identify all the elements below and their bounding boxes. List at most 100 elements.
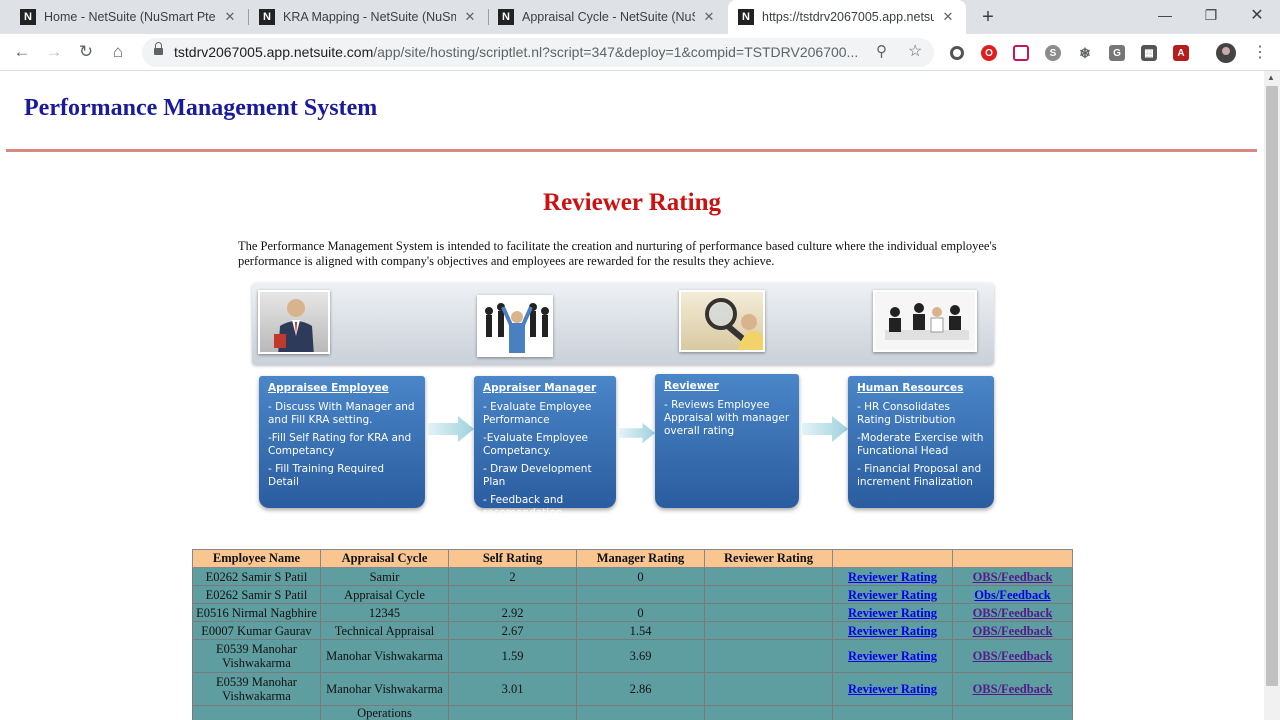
close-tab-icon[interactable]: ✕ (940, 9, 956, 25)
browser-menu-icon[interactable]: ⋮ (1252, 42, 1268, 62)
flow-arrow-icon (619, 422, 655, 444)
browser-tab-active[interactable]: N https://tstdrv2067005.app.netsui ✕ (728, 0, 966, 34)
table-row: E0539 Manohar Vishwakarma Manohar Vishwa… (192, 672, 1073, 706)
screenshot-extension-icon[interactable]: ▦ (1141, 45, 1157, 61)
lock-icon (154, 42, 163, 57)
reviewer-rating-link[interactable]: Reviewer Rating (848, 606, 937, 620)
cell-self-rating (448, 705, 577, 720)
obs-feedback-link[interactable]: Obs/Feedback (974, 588, 1050, 602)
intro-paragraph: The Performance Management System is int… (238, 239, 997, 268)
home-button[interactable]: ⌂ (106, 40, 130, 64)
reviewer-rating-link[interactable]: Reviewer Rating (848, 588, 937, 602)
skype-extension-icon[interactable]: S (1045, 45, 1061, 61)
new-tab-button[interactable]: + (977, 6, 999, 28)
url-text[interactable]: tstdrv2067005.app.netsuite.com/app/site/… (174, 44, 864, 60)
pocket-extension-icon[interactable] (1013, 45, 1029, 61)
reload-button[interactable]: ↻ (74, 40, 98, 64)
url-host: tstdrv2067005.app.netsuite.com (174, 44, 374, 60)
step-box-appraisee: Appraisee Employee - Discuss With Manage… (259, 376, 425, 508)
extension-circle-icon[interactable] (950, 46, 964, 60)
flow-arrow-icon (428, 416, 474, 442)
browser-tab-appraisal-cycle[interactable]: N Appraisal Cycle - NetSuite (NuSm ✕ (489, 0, 727, 34)
netsuite-favicon-icon: N (20, 9, 36, 25)
cell-action: Reviewer Rating (832, 585, 953, 604)
cell-manager-rating (576, 585, 705, 604)
cell-feedback: OBS/Feedback (952, 672, 1073, 706)
step-item: -Evaluate Employee Competancy. (483, 432, 588, 457)
reviewer-rating-link[interactable]: Reviewer Rating (848, 624, 937, 638)
opera-extension-icon[interactable]: O (981, 45, 997, 61)
obs-feedback-link[interactable]: OBS/Feedback (973, 570, 1053, 584)
cell-manager-rating: 0 (576, 603, 705, 622)
cell-employee: E0262 Samir S Patil (192, 585, 321, 604)
col-header-cycle: Appraisal Cycle (320, 549, 449, 568)
scroll-up-arrow-icon[interactable]: ▲ (1267, 73, 1275, 82)
cell-reviewer-rating (704, 585, 833, 604)
cell-employee: E0539 Manohar Vishwakarma (192, 639, 321, 673)
step-box-hr: Human Resources - HR Consolidates Rating… (848, 376, 994, 508)
obs-feedback-link[interactable]: OBS/Feedback (973, 624, 1053, 638)
cell-feedback: OBS/Feedback (952, 639, 1073, 673)
step-item: - Feedback and recomendation (483, 494, 564, 519)
minimize-window-button[interactable]: — (1142, 0, 1188, 30)
zoom-icon[interactable]: ⚲ (876, 42, 887, 60)
cell-self-rating: 2.92 (448, 603, 577, 622)
cell-self-rating: 3.01 (448, 672, 577, 706)
bookmark-star-icon[interactable]: ☆ (908, 41, 922, 61)
profile-avatar[interactable] (1216, 43, 1236, 63)
restore-window-button[interactable]: ❐ (1188, 0, 1234, 30)
close-tab-icon[interactable]: ✕ (701, 9, 717, 25)
cell-action: Reviewer Rating (832, 567, 953, 586)
browser-tab-kra-mapping[interactable]: N KRA Mapping - NetSuite (NuSma ✕ (249, 0, 488, 34)
cell-reviewer-rating (704, 603, 833, 622)
close-tab-icon[interactable]: ✕ (222, 9, 238, 25)
browser-tab-home[interactable]: N Home - NetSuite (NuSmart Pte Lt ✕ (0, 0, 248, 34)
obs-feedback-link[interactable]: OBS/Feedback (973, 682, 1053, 696)
cell-cycle: Manohar Vishwakarma (320, 639, 449, 673)
step-item: - Financial Proposal and increment Final… (857, 463, 982, 488)
table-row: E0262 Samir S Patil Appraisal Cycle Revi… (192, 585, 1073, 604)
address-bar[interactable]: tstdrv2067005.app.netsuite.com/app/site/… (142, 38, 934, 67)
cell-reviewer-rating (704, 705, 833, 720)
reviewer-rating-link[interactable]: Reviewer Rating (848, 649, 937, 663)
col-header-reviewer-rating: Reviewer Rating (704, 549, 833, 568)
step-item: -Moderate Exercise with Funcational Head (857, 432, 984, 457)
cell-feedback: OBS/Feedback (952, 621, 1073, 640)
close-window-button[interactable]: ✕ (1234, 0, 1280, 30)
back-button[interactable]: ← (10, 40, 34, 64)
forward-button[interactable]: → (42, 40, 66, 64)
g-extension-icon[interactable]: G (1109, 45, 1125, 61)
tab-title: https://tstdrv2067005.app.netsui (762, 10, 934, 24)
snowflake-extension-icon[interactable]: ❄ (1077, 45, 1093, 61)
table-header-row: Employee Name Appraisal Cycle Self Ratin… (192, 549, 1073, 568)
obs-feedback-link[interactable]: OBS/Feedback (973, 649, 1053, 663)
cell-self-rating: 2 (448, 567, 577, 586)
reviewer-rating-table: Employee Name Appraisal Cycle Self Ratin… (192, 549, 1073, 720)
page-scrollbar[interactable]: ▲ (1264, 71, 1280, 720)
close-tab-icon[interactable]: ✕ (462, 9, 478, 25)
col-header-action (832, 549, 953, 568)
table-row: Operations (192, 705, 1073, 720)
cell-cycle: 12345 (320, 603, 449, 622)
cell-action: Reviewer Rating (832, 621, 953, 640)
cell-manager-rating: 2.86 (576, 672, 705, 706)
step-item: - Discuss With Manager and and Fill KRA … (268, 401, 415, 426)
hr-photo (873, 290, 977, 352)
reviewer-photo (679, 290, 765, 352)
pdf-extension-icon[interactable]: A (1173, 45, 1189, 61)
flow-arrow-icon (802, 416, 848, 442)
browser-toolbar: ← → ↻ ⌂ tstdrv2067005.app.netsuite.com/a… (0, 34, 1280, 71)
reviewer-rating-link[interactable]: Reviewer Rating (848, 570, 937, 584)
cell-reviewer-rating (704, 672, 833, 706)
scrollbar-thumb[interactable] (1266, 86, 1278, 686)
obs-feedback-link[interactable]: OBS/Feedback (973, 606, 1053, 620)
step-title: Human Resources (857, 382, 964, 394)
tab-title: KRA Mapping - NetSuite (NuSma (283, 10, 456, 24)
step-box-reviewer: Reviewer - Reviews Employee Appraisal wi… (655, 374, 799, 508)
cell-feedback: Obs/Feedback (952, 585, 1073, 604)
cell-action (832, 705, 953, 720)
netsuite-favicon-icon: N (259, 9, 275, 25)
col-header-manager-rating: Manager Rating (576, 549, 705, 568)
reviewer-rating-link[interactable]: Reviewer Rating (848, 682, 937, 696)
cell-cycle: Operations (320, 705, 449, 720)
